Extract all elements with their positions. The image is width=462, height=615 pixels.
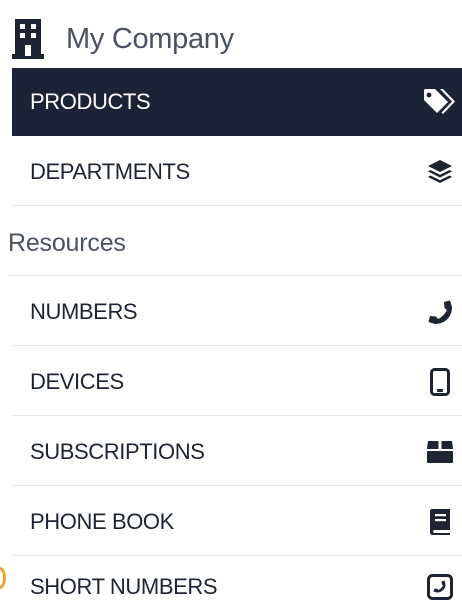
- sidebar-item-products[interactable]: PRODUCTS: [12, 68, 462, 136]
- section-title: Resources: [8, 229, 126, 257]
- sidebar-item-label: PHONE BOOK: [30, 508, 174, 534]
- sidebar-item-label: PRODUCTS: [30, 89, 151, 114]
- mobile-icon: [422, 364, 458, 400]
- sidebar-item-subscriptions[interactable]: SUBSCRIPTIONS: [12, 418, 462, 486]
- sidebar-item-departments[interactable]: DEPARTMENTS: [12, 138, 462, 206]
- box-icon: [422, 434, 458, 470]
- sidebar-item-numbers[interactable]: NUMBERS: [12, 278, 462, 346]
- edge-marker: [0, 567, 6, 589]
- phone-square-icon: [422, 569, 458, 605]
- sidebar-nav: My Company PRODUCTS DEPARTMENTS Resource…: [0, 0, 462, 615]
- book-icon: [422, 504, 458, 540]
- section-header-resources: Resources: [8, 212, 462, 276]
- sidebar-item-short-numbers[interactable]: SHORT NUMBERS: [12, 558, 462, 615]
- company-header[interactable]: My Company: [12, 14, 234, 64]
- building-icon: [12, 19, 44, 59]
- sidebar-item-label: DEVICES: [30, 368, 124, 394]
- sidebar-item-label: DEPARTMENTS: [30, 158, 190, 184]
- sidebar-item-label: SUBSCRIPTIONS: [30, 438, 205, 464]
- layers-icon: [422, 154, 458, 190]
- tags-icon: [422, 84, 458, 120]
- sidebar-item-label: NUMBERS: [30, 298, 138, 324]
- sidebar-item-phone-book[interactable]: PHONE BOOK: [12, 488, 462, 556]
- company-name: My Company: [66, 22, 234, 55]
- sidebar-item-label: SHORT NUMBERS: [30, 573, 218, 599]
- phone-icon: [422, 294, 458, 330]
- sidebar-item-devices[interactable]: DEVICES: [12, 348, 462, 416]
